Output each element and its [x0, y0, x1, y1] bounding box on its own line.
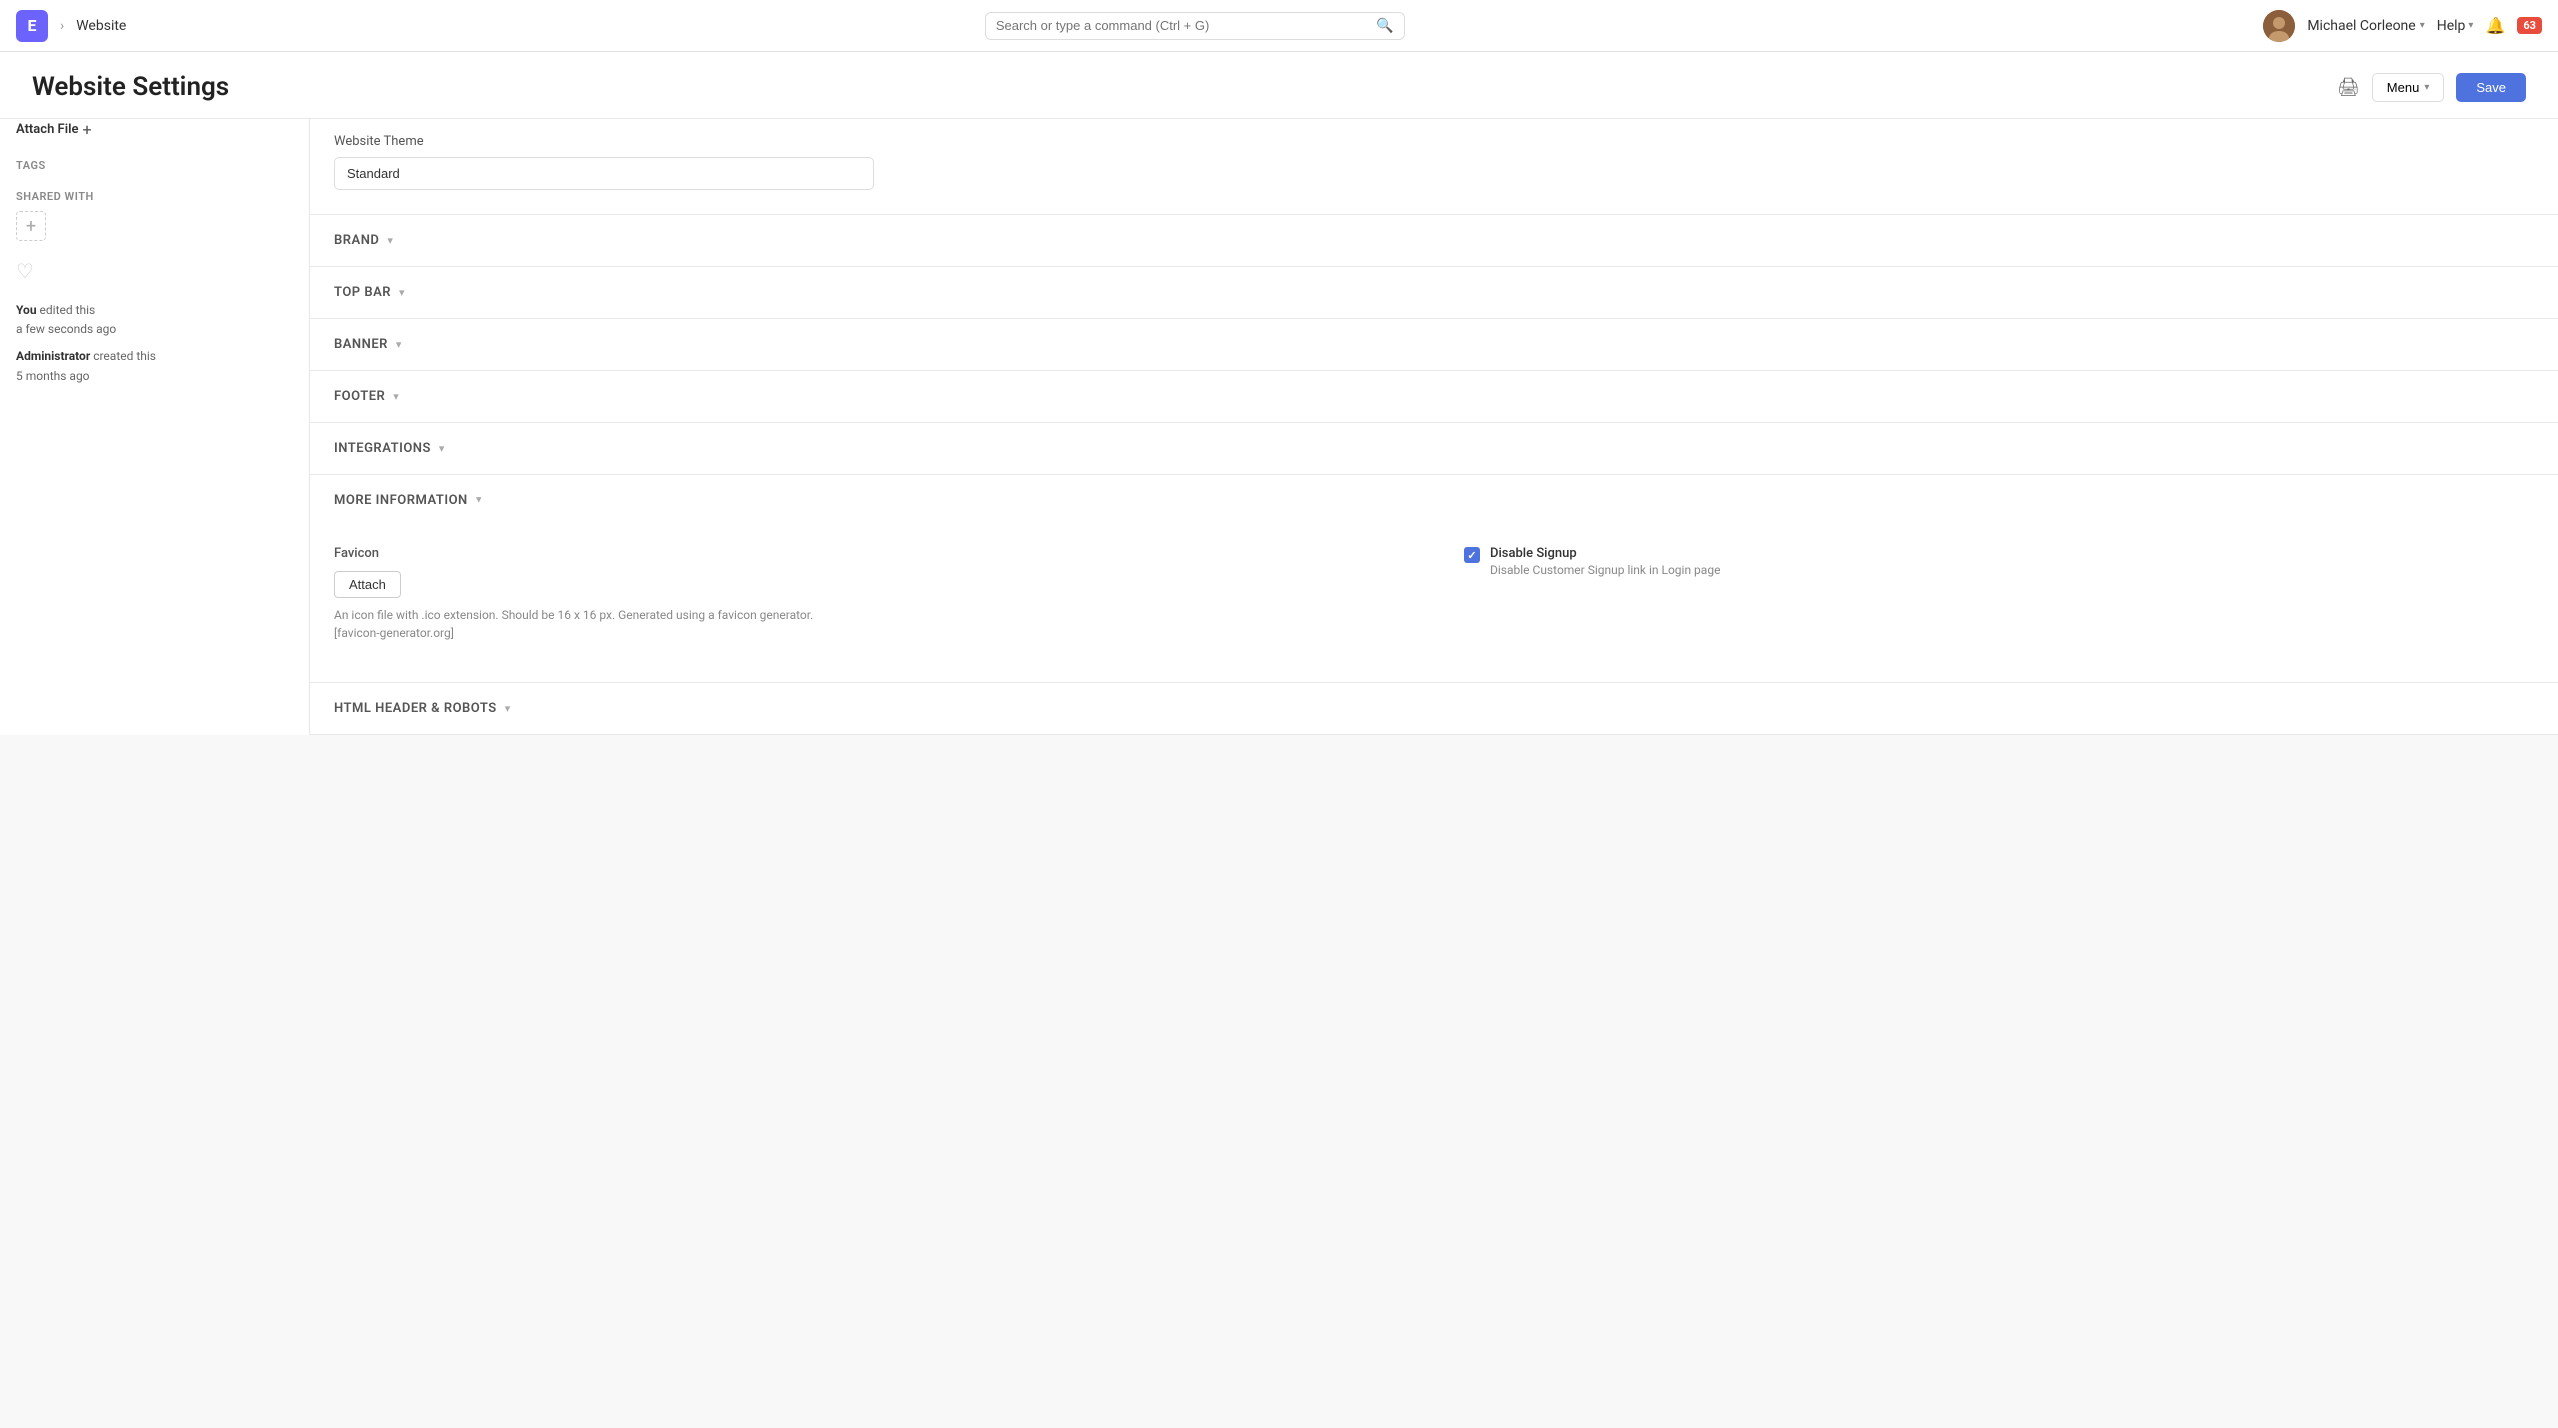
more-info-section: MORE INFORMATION ▴ Favicon Attach An ico…	[310, 475, 2558, 683]
search-wrapper: 🔍	[985, 12, 1405, 40]
activity-2: Administrator created this 5 months ago	[16, 347, 293, 385]
breadcrumb: E › Website	[16, 10, 126, 42]
brand-section-header[interactable]: BRAND ▾	[310, 215, 2558, 266]
disable-signup-row: Disable Signup Disable Customer Signup l…	[1464, 546, 2534, 577]
theme-input[interactable]	[334, 157, 874, 190]
activity-1-time: a few seconds ago	[16, 322, 116, 336]
sidebar: http://localhost:8069/... ✕ Attach File …	[0, 70, 310, 735]
breadcrumb-separator: ›	[60, 18, 64, 34]
favicon-attach-button[interactable]: Attach	[334, 571, 401, 598]
integrations-section-header[interactable]: INTEGRATIONS ▾	[310, 423, 2558, 474]
activity-1-action: edited this	[37, 303, 96, 317]
attach-plus-icon[interactable]: +	[82, 120, 91, 139]
menu-chevron-icon: ▾	[2424, 82, 2429, 93]
top-bar-section-header[interactable]: TOP BAR ▾	[310, 267, 2558, 318]
more-info-chevron-icon: ▴	[476, 494, 482, 507]
footer-section-header[interactable]: FOOTER ▾	[310, 371, 2558, 422]
breadcrumb-website[interactable]: Website	[76, 18, 126, 34]
page-title: Website Settings	[32, 72, 229, 102]
app-icon[interactable]: E	[16, 10, 48, 42]
more-info-left-col: Favicon Attach An icon file with .ico ex…	[334, 546, 1404, 658]
sidebar-tags-section: TAGS	[16, 159, 293, 172]
more-info-columns: Favicon Attach An icon file with .ico ex…	[334, 546, 2534, 658]
favorite-icon[interactable]: ♡	[16, 259, 293, 283]
user-chevron-icon: ▾	[2420, 20, 2425, 31]
sidebar-shared-section: SHARED WITH +	[16, 190, 293, 241]
top-bar-chevron-icon: ▾	[399, 286, 405, 299]
user-name-text: Michael Corleone	[2307, 18, 2415, 34]
theme-field-label: Website Theme	[334, 134, 2534, 149]
add-shared-user-button[interactable]: +	[16, 211, 46, 241]
favicon-hint: An icon file with .ico extension. Should…	[334, 606, 834, 642]
website-theme-section: Website Theme	[310, 110, 2558, 215]
top-bar-title: TOP BAR	[334, 285, 391, 300]
page-header: Website Settings 🖨 Menu ▾ Save	[0, 52, 2558, 119]
help-button[interactable]: Help ▾	[2437, 18, 2474, 34]
topnav-right: Michael Corleone ▾ Help ▾ 🔔 63	[2263, 10, 2542, 42]
search-input[interactable]	[996, 18, 1371, 33]
banner-chevron-icon: ▾	[396, 338, 402, 351]
disable-signup-hint: Disable Customer Signup link in Login pa…	[1490, 563, 1720, 577]
activity-1: You edited this a few seconds ago	[16, 301, 293, 339]
more-info-content: Favicon Attach An icon file with .ico ex…	[310, 526, 2558, 682]
page-header-actions: 🖨 Menu ▾ Save	[2337, 73, 2526, 102]
tags-label: TAGS	[16, 159, 293, 172]
notifications-icon[interactable]: 🔔	[2485, 16, 2505, 35]
activity-1-user: You	[16, 303, 37, 317]
print-icon[interactable]: 🖨	[2337, 77, 2360, 98]
main-content: http://localhost:8069/... ✕ Attach File …	[0, 70, 2558, 735]
notification-badge: 63	[2517, 17, 2542, 34]
disable-signup-checkbox[interactable]	[1464, 547, 1480, 563]
integrations-section: INTEGRATIONS ▾	[310, 423, 2558, 475]
search-bar: 🔍	[126, 12, 2263, 40]
top-bar-section: TOP BAR ▾	[310, 267, 2558, 319]
footer-chevron-icon: ▾	[393, 390, 399, 403]
attach-file-row: Attach File +	[16, 120, 293, 139]
search-icon: 🔍	[1376, 18, 1393, 34]
disable-signup-label-group: Disable Signup Disable Customer Signup l…	[1490, 546, 1720, 577]
menu-button[interactable]: Menu ▾	[2372, 73, 2445, 102]
integrations-title: INTEGRATIONS	[334, 441, 431, 456]
footer-title: FOOTER	[334, 389, 385, 404]
html-header-section-header[interactable]: HTML HEADER & ROBOTS ▾	[310, 683, 2558, 734]
user-name-button[interactable]: Michael Corleone ▾	[2307, 18, 2424, 34]
content-area: blog, about, contact) Website Theme BRAN…	[310, 70, 2558, 735]
activity-2-user: Administrator	[16, 349, 90, 363]
banner-section: BANNER ▾	[310, 319, 2558, 371]
activity-2-action: created this	[90, 349, 156, 363]
menu-label: Menu	[2387, 80, 2420, 95]
html-header-section: HTML HEADER & ROBOTS ▾	[310, 683, 2558, 735]
avatar	[2263, 10, 2295, 42]
top-navigation: E › Website 🔍 Michael Corleone ▾ Help ▾ …	[0, 0, 2558, 52]
banner-title: BANNER	[334, 337, 388, 352]
shared-with-label: SHARED WITH	[16, 190, 293, 203]
attach-file-label: Attach File	[16, 122, 78, 137]
footer-section: FOOTER ▾	[310, 371, 2558, 423]
favicon-label: Favicon	[334, 546, 1404, 561]
activity-2-time: 5 months ago	[16, 369, 90, 383]
more-info-section-header[interactable]: MORE INFORMATION ▴	[310, 475, 2558, 526]
brand-section: BRAND ▾	[310, 215, 2558, 267]
brand-title: BRAND	[334, 233, 379, 248]
banner-section-header[interactable]: BANNER ▾	[310, 319, 2558, 370]
html-header-title: HTML HEADER & ROBOTS	[334, 701, 497, 716]
help-chevron-icon: ▾	[2468, 20, 2473, 31]
disable-signup-label: Disable Signup	[1490, 546, 1720, 561]
help-label: Help	[2437, 18, 2466, 34]
save-button[interactable]: Save	[2456, 73, 2526, 102]
more-info-title: MORE INFORMATION	[334, 493, 468, 508]
favicon-field-group: Favicon Attach An icon file with .ico ex…	[334, 546, 1404, 642]
more-info-right-col: Disable Signup Disable Customer Signup l…	[1464, 546, 2534, 658]
avatar-image	[2263, 10, 2295, 42]
html-header-chevron-icon: ▾	[505, 702, 511, 715]
brand-chevron-icon: ▾	[387, 234, 393, 247]
integrations-chevron-icon: ▾	[439, 442, 445, 455]
